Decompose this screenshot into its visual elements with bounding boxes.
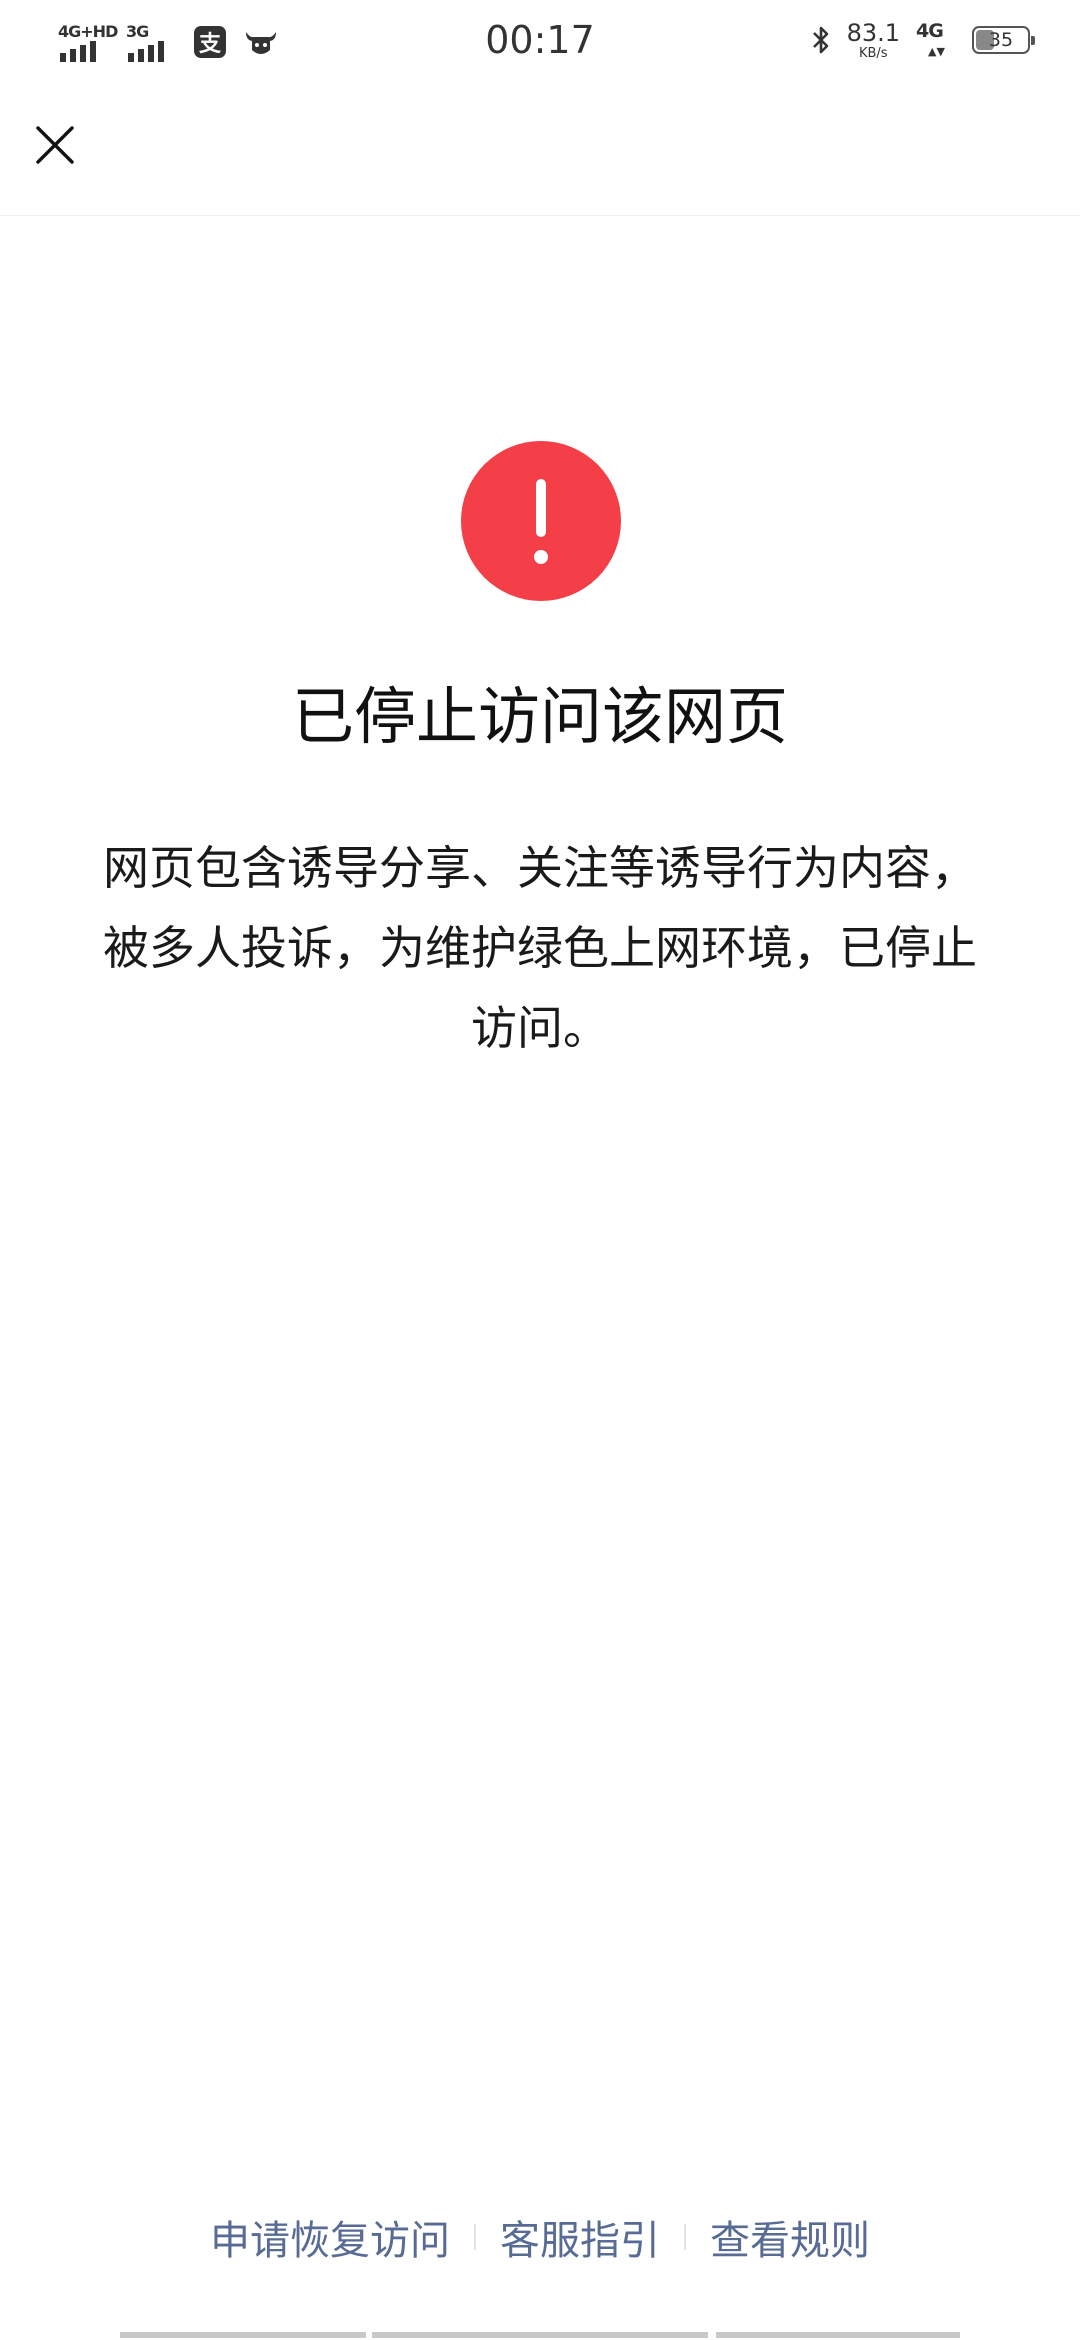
network-speed-value: 83.1 bbox=[846, 18, 900, 47]
top-bar bbox=[0, 84, 1080, 216]
data-network-icon: 4G ▲▼ bbox=[916, 20, 956, 60]
battery-level: 35 bbox=[988, 29, 1014, 51]
network-speed-unit: KB/s bbox=[858, 45, 888, 61]
request-restore-access-link[interactable]: 申请恢复访问 bbox=[210, 2208, 450, 2266]
bottom-bar-segment bbox=[372, 2332, 708, 2338]
footer-links: 申请恢复访问 客服指引 查看规则 bbox=[0, 2208, 1080, 2266]
close-button[interactable] bbox=[24, 114, 86, 176]
exclamation-circle-icon bbox=[461, 441, 621, 601]
data-network-label: 4G bbox=[916, 20, 944, 42]
customer-service-guide-link[interactable]: 客服指引 bbox=[500, 2208, 660, 2266]
status-bar: 4G+HD 3G 支 00:17 83.1 KB/s 4G ▲▼ 35 bbox=[0, 0, 1080, 84]
close-icon bbox=[36, 126, 74, 164]
status-right: 83.1 KB/s 4G ▲▼ 35 bbox=[811, 18, 1035, 62]
battery-icon: 35 bbox=[972, 26, 1035, 54]
footer-separator bbox=[474, 2224, 476, 2250]
page-description: 网页包含诱导分享、关注等诱导行为内容，被多人投诉，为维护绿色上网环境，已停止访问… bbox=[103, 841, 977, 1055]
bottom-bar-segment bbox=[120, 2332, 366, 2338]
battery-cap bbox=[1031, 36, 1035, 45]
bottom-bar-segment bbox=[716, 2332, 960, 2338]
footer-separator bbox=[684, 2224, 686, 2250]
data-activity-arrows: ▲▼ bbox=[928, 45, 945, 58]
network-speed: 83.1 KB/s bbox=[847, 21, 900, 60]
page-title: 已停止访问该网页 bbox=[291, 680, 788, 753]
view-rules-link[interactable]: 查看规则 bbox=[710, 2208, 870, 2266]
bottom-progress-bar bbox=[120, 2332, 960, 2338]
bluetooth-icon bbox=[812, 26, 828, 54]
